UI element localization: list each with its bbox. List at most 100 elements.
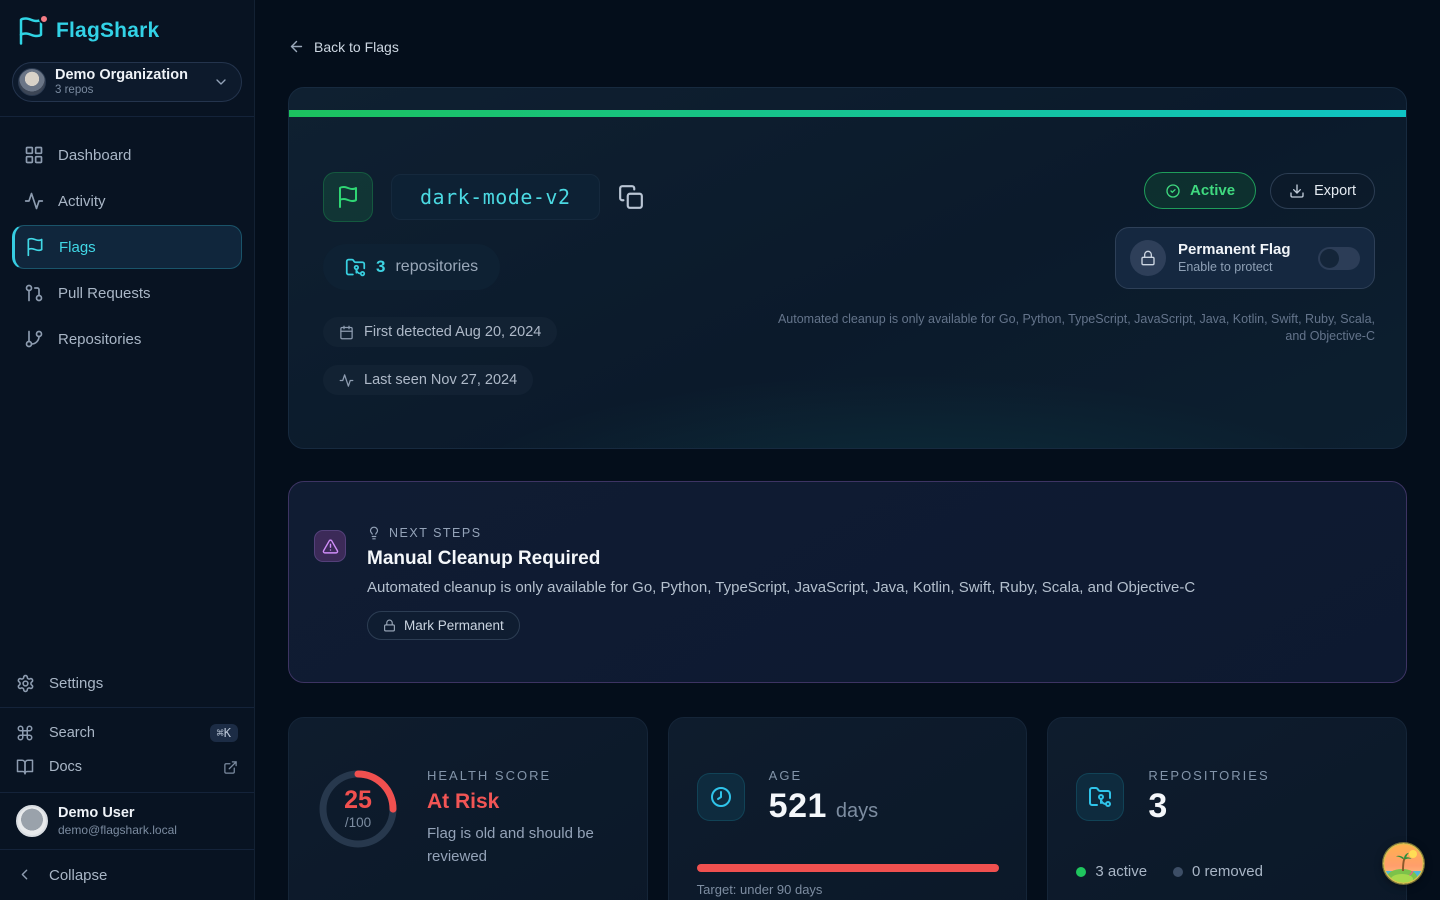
- flag-icon: [323, 172, 373, 222]
- sidebar-item-settings[interactable]: Settings: [0, 659, 254, 707]
- health-score-card: 25 /100 HEALTH SCORE At Risk Flag is old…: [288, 717, 648, 900]
- org-avatar: [18, 68, 46, 96]
- repositories-card: REPOSITORIES 3 3 active 0 removed: [1047, 717, 1407, 900]
- user-name: Demo User: [58, 805, 177, 822]
- user-profile[interactable]: Demo User demo@flagshark.local: [0, 793, 254, 849]
- export-label: Export: [1314, 183, 1356, 199]
- lock-icon: [1130, 240, 1166, 276]
- activity-pulse-icon: [339, 373, 354, 388]
- repos-removed-stat: 0 removed: [1173, 863, 1263, 880]
- org-selector[interactable]: Demo Organization 3 repos: [12, 62, 242, 102]
- docs-link[interactable]: Docs: [0, 750, 254, 784]
- clock-icon: [697, 773, 745, 821]
- age-unit: days: [836, 800, 878, 823]
- sidebar-item-activity[interactable]: Activity: [12, 179, 242, 223]
- main-nav: Dashboard Activity Flags Pull Requests R…: [0, 117, 254, 377]
- gear-icon: [16, 674, 35, 693]
- sidebar-item-label: Flags: [59, 239, 96, 256]
- lock-icon: [383, 619, 396, 632]
- lightbulb-icon: [367, 526, 381, 540]
- alert-triangle-icon: [314, 530, 346, 562]
- user-email: demo@flagshark.local: [58, 823, 177, 837]
- calendar-icon: [339, 325, 354, 340]
- chevron-left-icon: [16, 866, 35, 885]
- download-icon: [1289, 183, 1305, 199]
- folder-git-icon: [345, 257, 366, 278]
- back-to-flags-link[interactable]: Back to Flags: [288, 38, 399, 55]
- flag-icon: [25, 237, 45, 257]
- mark-permanent-button[interactable]: Mark Permanent: [367, 611, 520, 640]
- collapse-sidebar-button[interactable]: Collapse: [0, 850, 254, 900]
- repositories-label: REPOSITORIES: [1148, 768, 1269, 783]
- command-icon: [16, 724, 35, 743]
- age-card: AGE 521 days Target: under 90 days: [668, 717, 1028, 900]
- repo-count: 3: [376, 257, 385, 277]
- repositories-pill[interactable]: 3 repositories: [323, 244, 500, 290]
- activity-pulse-icon: [24, 191, 44, 211]
- sidebar-item-flags[interactable]: Flags: [12, 225, 242, 269]
- cleanup-availability-note: Automated cleanup is only available for …: [757, 311, 1375, 344]
- removed-dot: [1173, 867, 1183, 877]
- org-meta: 3 repos: [55, 84, 204, 97]
- collapse-label: Collapse: [49, 867, 107, 884]
- permanent-flag-panel: Permanent Flag Enable to protect: [1115, 227, 1375, 289]
- settings-label: Settings: [49, 675, 103, 692]
- permanent-flag-subtitle: Enable to protect: [1178, 260, 1306, 276]
- permanent-flag-toggle[interactable]: [1318, 247, 1360, 270]
- next-steps-card: NEXT STEPS Manual Cleanup Required Autom…: [288, 481, 1407, 683]
- repositories-value: 3: [1148, 787, 1167, 826]
- sidebar-item-repositories[interactable]: Repositories: [12, 317, 242, 361]
- docs-label: Docs: [49, 759, 82, 775]
- git-pull-request-icon: [24, 283, 44, 303]
- back-label: Back to Flags: [314, 39, 399, 55]
- repos-removed-label: 0 removed: [1192, 863, 1263, 880]
- health-score-value: 25: [344, 788, 372, 813]
- main-content: Back to Flags dark-mode-v2: [255, 0, 1440, 900]
- health-status: At Risk: [427, 790, 602, 814]
- next-steps-label: NEXT STEPS: [389, 526, 482, 540]
- health-score-total: /100: [345, 816, 371, 830]
- next-steps-description: Automated cleanup is only available for …: [367, 579, 1195, 596]
- dashboard-grid-icon: [24, 145, 44, 165]
- age-value: 521: [769, 787, 827, 826]
- status-badge[interactable]: Active: [1144, 172, 1256, 209]
- last-seen-text: Last seen Nov 27, 2024: [364, 372, 517, 388]
- sidebar-item-label: Repositories: [58, 331, 141, 348]
- sidebar-item-dashboard[interactable]: Dashboard: [12, 133, 242, 177]
- repos-active-stat: 3 active: [1076, 863, 1147, 880]
- export-button[interactable]: Export: [1270, 173, 1375, 209]
- status-label: Active: [1190, 182, 1235, 199]
- sidebar-item-label: Pull Requests: [58, 285, 151, 302]
- repo-count-label: repositories: [395, 258, 478, 276]
- search-shortcut-badge: ⌘K: [210, 724, 238, 742]
- next-steps-title: Manual Cleanup Required: [367, 548, 600, 570]
- notification-dot: [39, 14, 49, 24]
- health-score-label: HEALTH SCORE: [427, 768, 602, 783]
- mark-permanent-label: Mark Permanent: [404, 618, 504, 633]
- chevron-down-icon: [213, 74, 229, 90]
- sidebar-item-pull-requests[interactable]: Pull Requests: [12, 271, 242, 315]
- org-name: Demo Organization: [55, 67, 204, 84]
- search-button[interactable]: Search ⌘K: [0, 716, 254, 750]
- sidebar-item-label: Activity: [58, 193, 106, 210]
- sidebar-item-label: Dashboard: [58, 147, 131, 164]
- permanent-flag-title: Permanent Flag: [1178, 241, 1306, 260]
- repos-active-label: 3 active: [1095, 863, 1147, 880]
- flag-detail-card: dark-mode-v2 3 repositories: [288, 87, 1407, 449]
- stats-row: 25 /100 HEALTH SCORE At Risk Flag is old…: [288, 717, 1407, 900]
- external-link-icon: [223, 760, 238, 775]
- last-seen-badge: Last seen Nov 27, 2024: [323, 365, 533, 395]
- folder-git-icon: [1076, 773, 1124, 821]
- check-circle-icon: [1165, 183, 1181, 199]
- toggle-knob: [1320, 249, 1339, 268]
- git-branch-icon: [24, 329, 44, 349]
- status-gradient-strip: [289, 110, 1406, 117]
- island-widget-button[interactable]: [1383, 843, 1424, 884]
- age-progress-bar: [697, 864, 1000, 872]
- sidebar: FlagShark Demo Organization 3 repos Dash…: [0, 0, 255, 900]
- app-logo[interactable]: FlagShark: [0, 0, 254, 58]
- age-target: Target: under 90 days: [697, 882, 1000, 897]
- copy-icon[interactable]: [618, 184, 644, 210]
- age-label: AGE: [769, 768, 878, 783]
- avatar: [16, 805, 48, 837]
